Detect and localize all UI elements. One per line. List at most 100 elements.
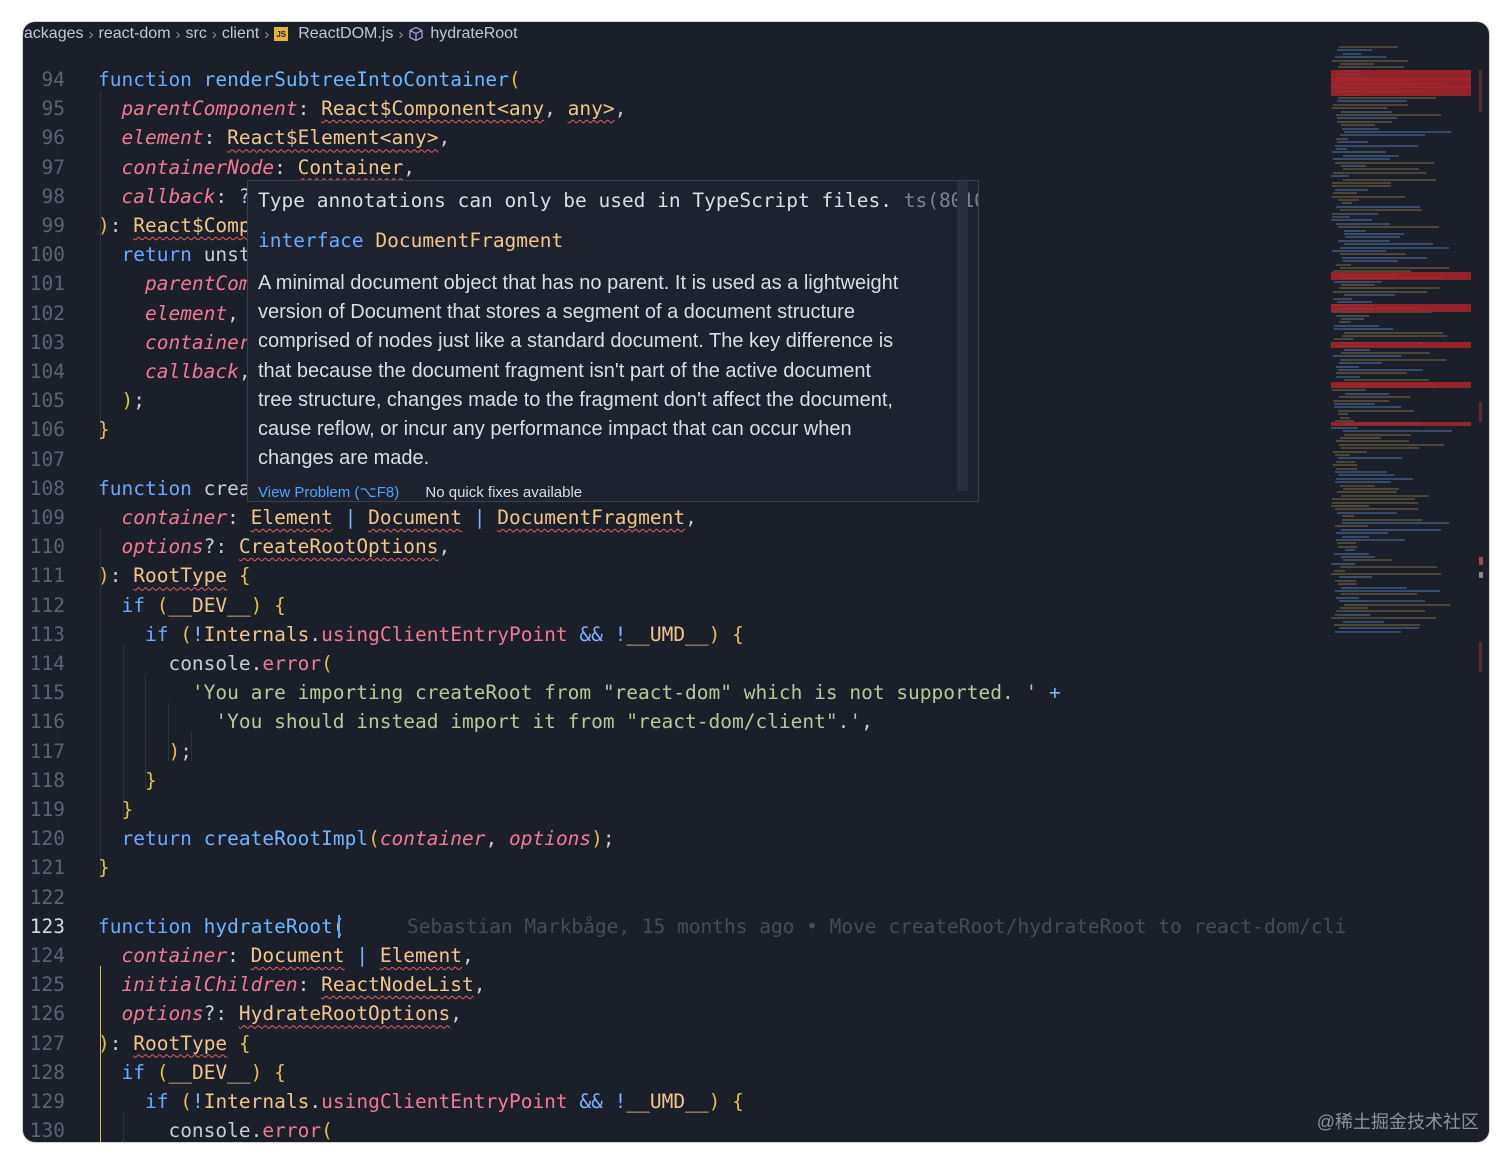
minimap-line — [1338, 457, 1402, 460]
code-text: } — [98, 418, 110, 442]
code-line[interactable]: 122 — [23, 883, 1333, 912]
minimap-line — [1336, 301, 1372, 303]
code-line[interactable]: 121} — [23, 853, 1333, 882]
line-number: 124 — [29, 944, 65, 967]
minimap-line — [1339, 358, 1446, 361]
minimap-line — [1336, 141, 1369, 144]
line-number: 111 — [29, 564, 65, 588]
watermark: @稀土掘金技术社区 — [1316, 1112, 1479, 1132]
line-number: 106 — [29, 418, 65, 442]
minimap-line — [1340, 352, 1430, 354]
minimap-error-highlight — [1331, 382, 1471, 388]
minimap-line — [1340, 447, 1420, 450]
code-line[interactable]: 110 options?: CreateRootOptions, — [23, 532, 1333, 561]
code-line[interactable]: 97 containerNode: Container, — [23, 153, 1333, 182]
minimap-line — [1333, 280, 1383, 283]
breadcrumb-src[interactable]: src — [186, 25, 207, 43]
git-blame-annotation: Sebastian Markbåge, 15 months ago • Move… — [407, 914, 1347, 938]
minimap-line — [1336, 263, 1352, 266]
code-line[interactable]: 95 parentComponent: React$Component<any,… — [23, 94, 1333, 123]
code-line[interactable]: 125 initialChildren: ReactNodeList, — [23, 970, 1333, 999]
minimap-line — [1343, 348, 1370, 351]
minimap-line — [1343, 154, 1399, 157]
code-line[interactable]: 128 if (__DEV__) { — [23, 1058, 1333, 1087]
minimap-line — [1335, 114, 1442, 116]
code-text: options?: CreateRootOptions, — [121, 535, 451, 559]
code-line[interactable]: 124 container: Document | Element, — [23, 941, 1333, 970]
code-text: if (__DEV__) { — [121, 593, 286, 617]
code-line[interactable]: 109 container: Element | Document | Docu… — [23, 503, 1333, 532]
breadcrumb-file[interactable]: ReactDOM.js — [298, 25, 393, 43]
line-number: 110 — [29, 535, 65, 559]
chevron-right-icon: › — [398, 25, 404, 43]
code-line[interactable]: 113 if (!Internals.usingClientEntryPoint… — [23, 620, 1333, 649]
minimap-line — [1344, 236, 1401, 239]
code-text: 'You are importing createRoot from "reac… — [191, 681, 1061, 705]
js-file-icon: JS — [274, 27, 289, 41]
minimap-line — [1340, 110, 1392, 113]
code-line[interactable]: 119 } — [23, 795, 1333, 824]
hover-error-message: Type annotations can only be used in Typ… — [258, 189, 892, 212]
minimap-line — [1335, 539, 1405, 541]
minimap-line — [1331, 617, 1436, 620]
code-line[interactable]: 94 function renderSubtreeIntoContainer( — [23, 65, 1333, 94]
code-line[interactable]: 114 console.error( — [23, 649, 1333, 678]
minimap-line — [1333, 624, 1420, 626]
minimap-line — [1331, 182, 1392, 184]
minimap-line — [1338, 576, 1372, 579]
code-text: container: Element | Document | Document… — [121, 506, 697, 529]
code-line[interactable]: 111): RootType { — [23, 561, 1333, 590]
minimap[interactable] — [1331, 42, 1476, 642]
code-line[interactable]: 130 console.error( — [23, 1116, 1333, 1142]
breadcrumb-packages[interactable]: packages — [23, 25, 84, 43]
line-number: 119 — [29, 798, 65, 821]
minimap-line — [1343, 433, 1411, 436]
code-line[interactable]: 115 'You are importing createRoot from "… — [23, 678, 1333, 707]
line-number: 129 — [29, 1090, 65, 1113]
code-line[interactable]: 120 return createRootImpl(container, opt… — [23, 824, 1333, 853]
code-line[interactable]: 126 options?: HydrateRootOptions, — [23, 999, 1333, 1028]
code-line[interactable]: 117 ); — [23, 737, 1333, 766]
minimap-line — [1344, 392, 1390, 395]
hover-scrollbar[interactable] — [957, 181, 968, 491]
code-line[interactable]: 129 if (!Internals.usingClientEntryPoint… — [23, 1087, 1333, 1116]
minimap-line — [1336, 375, 1361, 378]
code-text: ): RootType { — [98, 1031, 251, 1055]
minimap-line — [1343, 243, 1433, 246]
minimap-line — [1343, 229, 1366, 232]
minimap-line — [1342, 559, 1393, 562]
line-number: 113 — [29, 622, 65, 646]
code-line[interactable]: 116 'You should instead import it from "… — [23, 707, 1333, 736]
line-number: 123 — [29, 914, 65, 938]
minimap-line — [1331, 505, 1370, 507]
minimap-line — [1331, 175, 1350, 178]
minimap-line — [1331, 389, 1367, 392]
code-text: console.error( — [168, 652, 333, 675]
vertical-scrollbar[interactable] — [1479, 22, 1489, 1142]
minimap-line — [1335, 630, 1402, 633]
breadcrumb-client[interactable]: client — [222, 25, 259, 43]
line-number: 98 — [41, 184, 65, 208]
breadcrumb-symbol[interactable]: hydrateRoot — [430, 25, 517, 43]
code-text: parentComponent: React$Component<any, an… — [121, 97, 627, 121]
minimap-line — [1334, 144, 1419, 147]
code-line[interactable]: 118 } — [23, 766, 1333, 795]
breadcrumb-react-dom[interactable]: react-dom — [99, 25, 171, 43]
code-line[interactable]: 96 element: React$Element<any>, — [23, 123, 1333, 152]
line-number: 105 — [29, 389, 65, 413]
minimap-line — [1336, 365, 1359, 368]
minimap-line — [1343, 603, 1451, 606]
minimap-line — [1335, 471, 1387, 473]
code-line[interactable]: 123 function hydrateRoot(Sebastian Markbå… — [23, 912, 1346, 941]
code-text: if (!Internals.usingClientEntryPoint && … — [144, 1090, 744, 1113]
minimap-line — [1332, 59, 1408, 62]
minimap-line — [1335, 137, 1348, 140]
minimap-line — [1338, 321, 1352, 324]
minimap-line — [1342, 335, 1447, 337]
minimap-line — [1332, 498, 1416, 501]
code-line[interactable]: 127): RootType { — [23, 1029, 1333, 1058]
view-problem-link[interactable]: View Problem (⌥F8) — [258, 484, 399, 501]
minimap-line — [1335, 508, 1418, 511]
code-line[interactable]: 112 if (__DEV__) { — [23, 591, 1333, 620]
line-number: 115 — [29, 681, 65, 705]
